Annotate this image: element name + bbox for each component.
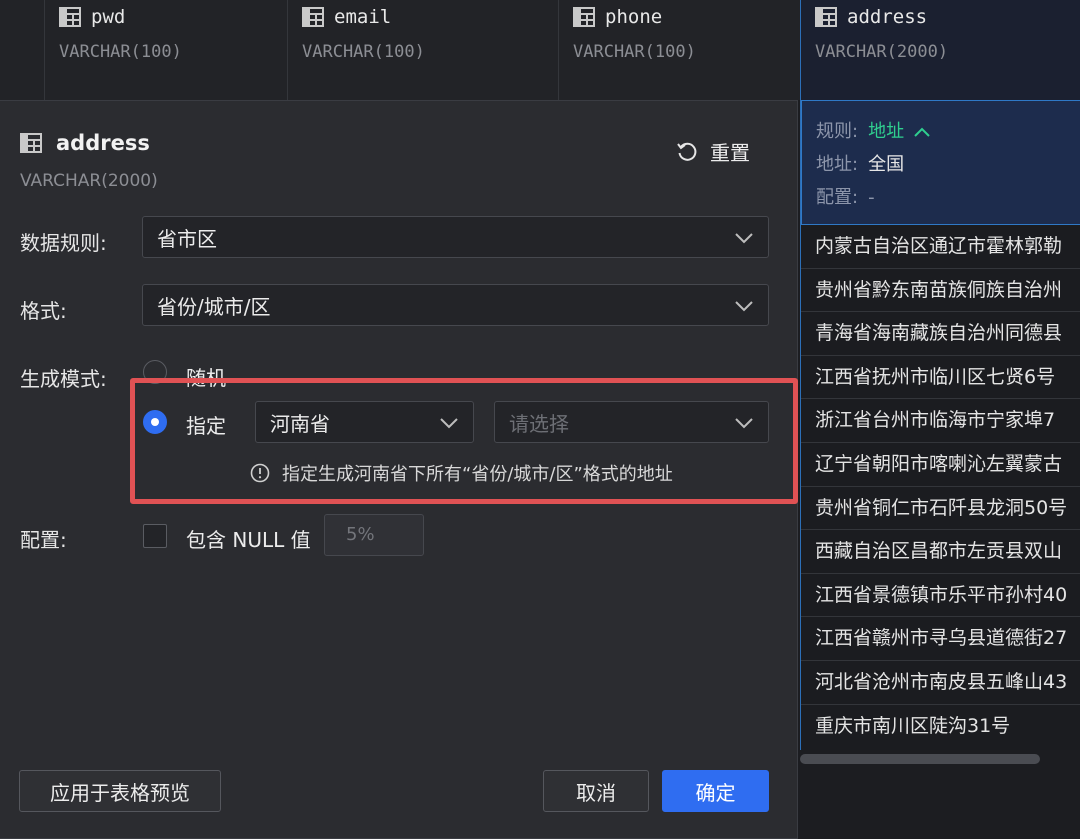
preview-list: 内蒙古自治区通辽市霍林郭勒 贵州省黔东南苗族侗族自治州 青海省海南藏族自治州同德… bbox=[801, 225, 1080, 748]
format-label: 格式: bbox=[20, 299, 67, 323]
include-null-label[interactable]: 包含 NULL 值 bbox=[186, 524, 311, 553]
specify-hint: 指定生成河南省下所有“省份/城市/区”格式的地址 bbox=[250, 460, 673, 486]
column-type: VARCHAR(2000) bbox=[815, 42, 949, 62]
column-type: VARCHAR(100) bbox=[302, 42, 425, 62]
column-name-row: email bbox=[302, 6, 391, 28]
chevron-down-icon bbox=[735, 418, 753, 429]
column-header-bar: pwd VARCHAR(100) email VARCHAR(100) phon… bbox=[0, 0, 1080, 100]
config-label: 配置: bbox=[816, 187, 859, 208]
hint-text: 指定生成河南省下所有“省份/城市/区”格式的地址 bbox=[282, 464, 673, 485]
list-item: 河北省沧州市南皮县五峰山43 bbox=[801, 661, 1080, 705]
column-rule-summary[interactable]: 规则: 地址 地址: 全国 配置: - bbox=[801, 100, 1080, 225]
format-select[interactable]: 省份/城市/区 bbox=[142, 284, 769, 326]
config-value: - bbox=[868, 187, 875, 208]
horizontal-scrollbar[interactable] bbox=[800, 754, 1040, 764]
list-item: 江西省抚州市临川区七贤6号 bbox=[801, 356, 1080, 400]
specify-label[interactable]: 指定 bbox=[186, 410, 226, 439]
list-item: 江西省赣州市寻乌县道德街27 bbox=[801, 617, 1080, 661]
list-item: 青海省海南藏族自治州同德县 bbox=[801, 312, 1080, 356]
mode-label: 生成模式: bbox=[20, 367, 107, 391]
bottom-strip bbox=[800, 768, 1080, 839]
list-item: 西藏自治区昌都市左贡县双山 bbox=[801, 530, 1080, 574]
reset-icon bbox=[677, 142, 697, 161]
region-value: 全国 bbox=[868, 154, 905, 175]
column-name-row: address bbox=[815, 6, 927, 28]
column-header-email[interactable]: email VARCHAR(100) bbox=[287, 0, 558, 100]
chevron-down-icon bbox=[440, 418, 458, 429]
table-column-icon bbox=[302, 7, 324, 27]
reset-label: 重置 bbox=[710, 141, 750, 165]
table-column-icon bbox=[20, 133, 42, 153]
radio-specify[interactable] bbox=[143, 410, 167, 434]
region-row: 地址: 全国 bbox=[816, 150, 904, 176]
random-label[interactable]: 随机 bbox=[186, 362, 226, 391]
null-percent-input[interactable]: 5% bbox=[324, 514, 424, 556]
list-item: 贵州省黔东南苗族侗族自治州 bbox=[801, 269, 1080, 313]
address-preview-panel: 规则: 地址 地址: 全国 配置: - 内蒙古自治区通辽市霍林郭勒 贵州省黔东南苗族侗… bbox=[800, 100, 1080, 750]
list-item: 江西省景德镇市乐平市孙村40 bbox=[801, 574, 1080, 618]
table-column-icon bbox=[573, 7, 595, 27]
rule-row: 规则: 地址 bbox=[816, 117, 930, 143]
info-icon bbox=[250, 463, 270, 483]
chevron-down-icon bbox=[735, 233, 753, 244]
config-row: 配置: - bbox=[816, 183, 875, 209]
column-header-address[interactable]: address VARCHAR(2000) bbox=[800, 0, 1080, 100]
city-select[interactable]: 请选择 bbox=[494, 401, 769, 443]
chevron-down-icon bbox=[735, 301, 753, 312]
rule-config-dialog: address VARCHAR(2000) 重置 数据规则: 省市区 格式: 省… bbox=[0, 100, 798, 839]
table-column-icon bbox=[815, 7, 837, 27]
cancel-button[interactable]: 取消 bbox=[543, 770, 649, 812]
apply-preview-button[interactable]: 应用于表格预览 bbox=[19, 770, 221, 812]
column-header-phone[interactable]: phone VARCHAR(100) bbox=[558, 0, 800, 100]
list-item: 贵州省铜仁市石阡县龙洞50号 bbox=[801, 487, 1080, 531]
province-value: 河南省 bbox=[270, 411, 330, 436]
column-name: address bbox=[847, 6, 928, 28]
list-item: 辽宁省朝阳市喀喇沁左翼蒙古 bbox=[801, 443, 1080, 487]
dialog-subtitle: VARCHAR(2000) bbox=[20, 171, 158, 191]
data-rule-value: 省市区 bbox=[157, 226, 217, 251]
province-select[interactable]: 河南省 bbox=[255, 401, 474, 443]
column-type: VARCHAR(100) bbox=[573, 42, 696, 62]
data-rule-label: 数据规则: bbox=[20, 231, 107, 255]
config-label: 配置: bbox=[20, 528, 67, 552]
column-header-pwd[interactable]: pwd VARCHAR(100) bbox=[44, 0, 287, 100]
reset-button[interactable]: 重置 bbox=[676, 137, 750, 166]
column-name-row: pwd bbox=[59, 6, 125, 28]
column-name: phone bbox=[605, 6, 663, 28]
column-name-row: phone bbox=[573, 6, 662, 28]
rule-value[interactable]: 地址 bbox=[868, 121, 904, 142]
confirm-button[interactable]: 确定 bbox=[662, 770, 769, 812]
rule-label: 规则: bbox=[816, 121, 859, 142]
city-placeholder: 请选择 bbox=[509, 411, 569, 436]
table-column-icon bbox=[59, 7, 81, 27]
column-name: pwd bbox=[91, 6, 126, 28]
include-null-checkbox[interactable] bbox=[143, 524, 167, 548]
data-rule-select[interactable]: 省市区 bbox=[142, 216, 769, 258]
dialog-title-text: address bbox=[56, 131, 150, 155]
dialog-title: address bbox=[20, 131, 150, 155]
list-item: 浙江省台州市临海市宁家埠7 bbox=[801, 399, 1080, 443]
column-name: email bbox=[334, 6, 392, 28]
list-item: 重庆市南川区陡沟31号 bbox=[815, 714, 1011, 737]
radio-random[interactable] bbox=[143, 360, 167, 384]
format-value: 省份/城市/区 bbox=[157, 294, 271, 319]
column-type: VARCHAR(100) bbox=[59, 42, 182, 62]
list-item: 内蒙古自治区通辽市霍林郭勒 bbox=[801, 225, 1080, 269]
chevron-up-icon[interactable] bbox=[914, 127, 930, 137]
region-label: 地址: bbox=[816, 154, 859, 175]
